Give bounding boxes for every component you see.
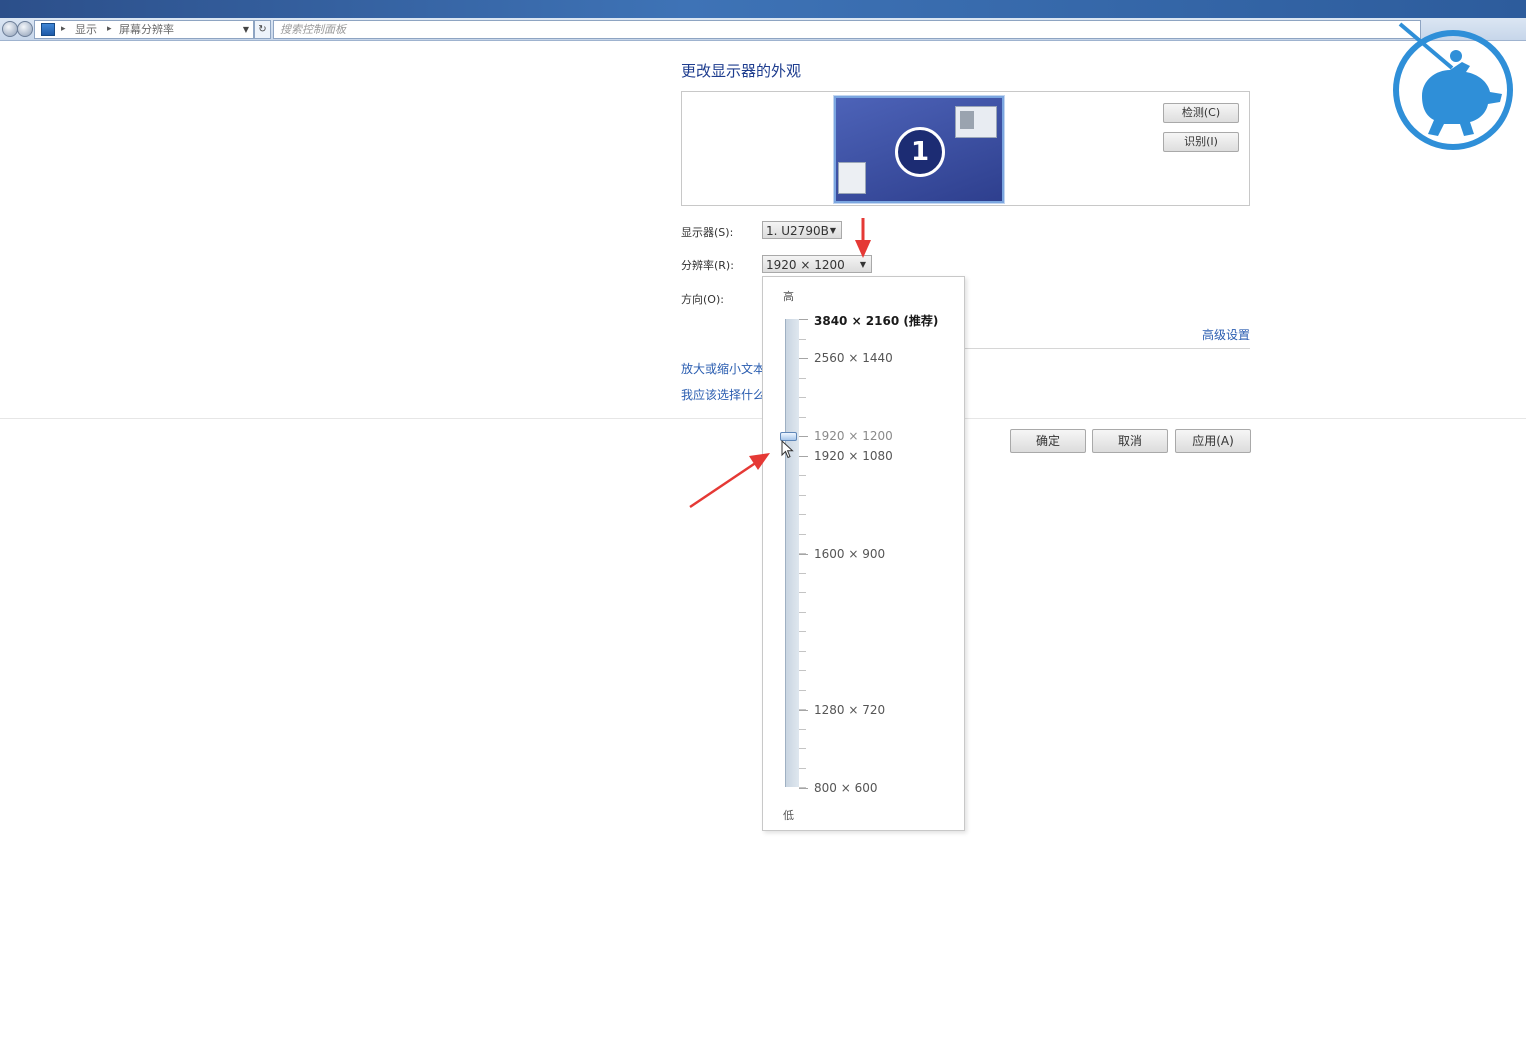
address-bar[interactable]: ▸ 显示 ▸ 屏幕分辨率 ▼ (34, 20, 254, 39)
back-icon[interactable] (2, 21, 18, 37)
enlarge-text-link[interactable]: 放大或缩小文本和其他项目 (681, 360, 763, 377)
resolution-option-1280x720[interactable]: 1280 × 720 (814, 703, 885, 717)
slider-tick (799, 495, 806, 496)
slider-tick (799, 729, 806, 730)
slider-tick-major (799, 788, 808, 789)
slider-tick (799, 631, 806, 632)
detect-button[interactable]: 检测(C) (1163, 103, 1239, 123)
window-title-strip (0, 0, 1526, 18)
slider-tick (799, 339, 806, 340)
monitor-preview[interactable]: 1 (834, 96, 1004, 203)
slider-tick-major (799, 436, 808, 437)
device-thumbnail-icon (838, 162, 866, 194)
slider-tick (799, 417, 806, 418)
page-heading: 更改显示器的外观 (681, 62, 802, 80)
which-settings-link[interactable]: 我应该选择什么显示器设置? (681, 386, 763, 403)
slider-tick (799, 612, 806, 613)
window-thumbnail-icon (955, 106, 997, 138)
slider-tick-major (799, 358, 808, 359)
resolution-option-1920x1200[interactable]: 1920 × 1200 (814, 429, 893, 443)
slider-tick-major (799, 319, 808, 320)
display-label: 显示器(S): (681, 226, 734, 239)
control-panel-icon (41, 23, 55, 36)
mouse-cursor-icon (781, 440, 794, 459)
breadcrumb-display[interactable]: 显示 (75, 21, 97, 38)
slider-tick (799, 378, 806, 379)
search-input[interactable]: 搜索控制面板 (273, 20, 1421, 39)
resolution-dropdown: 高 3840 × 2160 (推荐) 2560 × 1440 1920 × 12… (762, 276, 965, 831)
resolution-slider-track[interactable] (785, 319, 799, 787)
high-label: 高 (783, 290, 794, 303)
resolution-option-3840x2160[interactable]: 3840 × 2160 (推荐) (814, 312, 938, 329)
chevron-down-icon: ▼ (859, 260, 866, 269)
slider-tick (799, 651, 806, 652)
display-preview-panel: 1 检测(C) 识别(I) (681, 91, 1250, 206)
slider-tick (799, 397, 806, 398)
annotation-arrow-down-icon (855, 218, 871, 258)
forward-icon[interactable] (17, 21, 33, 37)
monitor-number: 1 (895, 127, 945, 177)
chevron-down-icon: ▼ (829, 226, 836, 235)
apply-button[interactable]: 应用(A) (1175, 429, 1251, 453)
resolution-option-2560x1440[interactable]: 2560 × 1440 (814, 351, 893, 365)
slider-tick-major (799, 710, 808, 711)
resolution-select-value: 1920 × 1200 (766, 258, 845, 272)
address-dropdown-icon[interactable]: ▼ (243, 21, 249, 38)
slider-tick (799, 573, 806, 574)
resolution-label: 分辨率(R): (681, 259, 734, 272)
display-select[interactable]: 1. U2790B ▼ (762, 221, 842, 239)
ok-button[interactable]: 确定 (1010, 429, 1086, 453)
orientation-label: 方向(O): (681, 293, 724, 306)
low-label: 低 (783, 809, 794, 822)
resolution-select[interactable]: 1920 × 1200 ▼ (762, 255, 872, 273)
slider-tick (799, 768, 806, 769)
identify-button[interactable]: 识别(I) (1163, 132, 1239, 152)
slider-tick (799, 514, 806, 515)
resolution-option-1600x900[interactable]: 1600 × 900 (814, 547, 885, 561)
refresh-button[interactable]: ↻ (254, 20, 271, 39)
cancel-button[interactable]: 取消 (1092, 429, 1168, 453)
slider-tick (799, 475, 806, 476)
breadcrumb-resolution[interactable]: 屏幕分辨率 (119, 21, 174, 38)
knight-logo-icon (1393, 22, 1513, 150)
display-select-value: 1. U2790B (766, 224, 829, 238)
slider-tick (799, 670, 806, 671)
slider-tick-major (799, 554, 808, 555)
breadcrumb-separator-icon: ▸ (107, 24, 112, 34)
slider-tick-major (799, 456, 808, 457)
slider-tick (799, 748, 806, 749)
address-bar-row: ▸ 显示 ▸ 屏幕分辨率 ▼ ↻ 搜索控制面板 (0, 18, 1526, 41)
section-divider (960, 348, 1250, 349)
slider-tick (799, 534, 806, 535)
slider-tick (799, 592, 806, 593)
advanced-settings-link[interactable]: 高级设置 (1202, 326, 1250, 343)
resolution-option-1920x1080[interactable]: 1920 × 1080 (814, 449, 893, 463)
annotation-arrow-diagonal-icon (689, 453, 770, 509)
resolution-option-800x600[interactable]: 800 × 600 (814, 781, 878, 795)
slider-tick (799, 690, 806, 691)
breadcrumb-separator-icon: ▸ (61, 24, 66, 34)
